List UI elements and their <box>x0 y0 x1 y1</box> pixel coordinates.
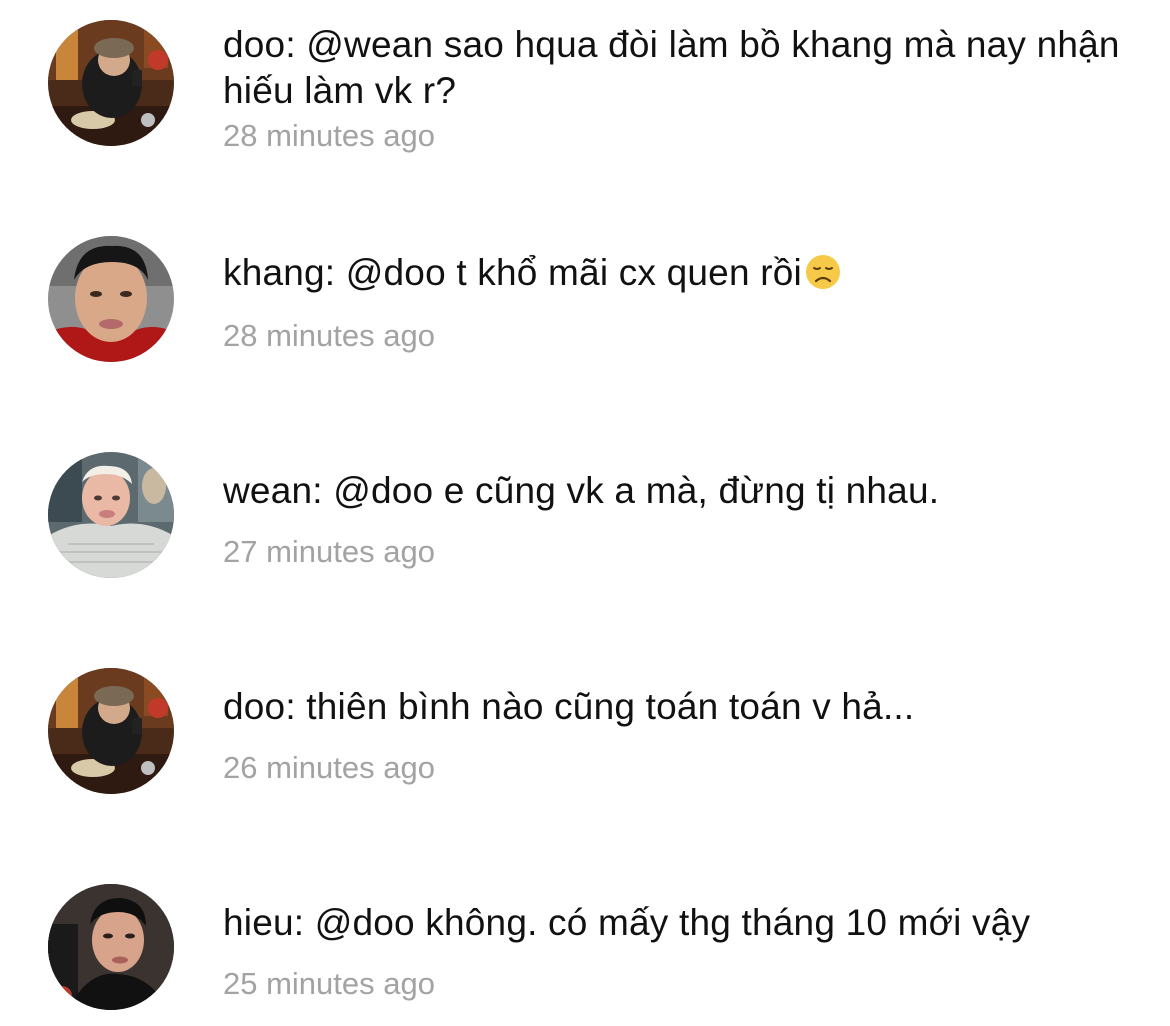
comment-text: doo: thiên bình nào cũng toán toán v hả.… <box>223 684 1123 730</box>
avatar-doo-icon <box>48 20 174 146</box>
comment-timestamp: 26 minutes ago <box>223 750 435 785</box>
comment-text: khang: @doo t khổ mãi cx quen rồi <box>223 250 1123 296</box>
disappointed-face-icon <box>805 255 840 289</box>
comment-timestamp: 28 minutes ago <box>223 118 435 153</box>
comment-body: wean: @doo e cũng vk a mà, đừng tị nhau. <box>223 470 940 511</box>
comment-body: khang: @doo t khổ mãi cx quen rồi <box>223 252 802 293</box>
comment-body: doo: @wean sao hqua đòi làm bồ khang mà … <box>223 24 1120 111</box>
avatar-khang-icon <box>48 236 174 362</box>
comment-timestamp: 27 minutes ago <box>223 534 435 569</box>
avatar[interactable] <box>48 884 174 1010</box>
comment-text: hieu: @doo không. có mấy thg tháng 10 mớ… <box>223 900 1123 946</box>
avatar[interactable] <box>48 668 174 794</box>
avatar[interactable] <box>48 236 174 362</box>
avatar-hieu-icon <box>48 884 174 1010</box>
comment-body: hieu: @doo không. có mấy thg tháng 10 mớ… <box>223 902 1031 943</box>
avatar[interactable] <box>48 20 174 146</box>
comment-timestamp: 28 minutes ago <box>223 318 435 353</box>
avatar-doo-icon <box>48 668 174 794</box>
comment-text: wean: @doo e cũng vk a mà, đừng tị nhau. <box>223 468 1123 514</box>
avatar[interactable] <box>48 452 174 578</box>
avatar-wean-icon <box>48 452 174 578</box>
comment-list: doo: @wean sao hqua đòi làm bồ khang mà … <box>0 0 1170 1026</box>
comment-body: doo: thiên bình nào cũng toán toán v hả.… <box>223 686 915 727</box>
comment-timestamp: 25 minutes ago <box>223 966 435 1001</box>
comment-text: doo: @wean sao hqua đòi làm bồ khang mà … <box>223 22 1123 114</box>
